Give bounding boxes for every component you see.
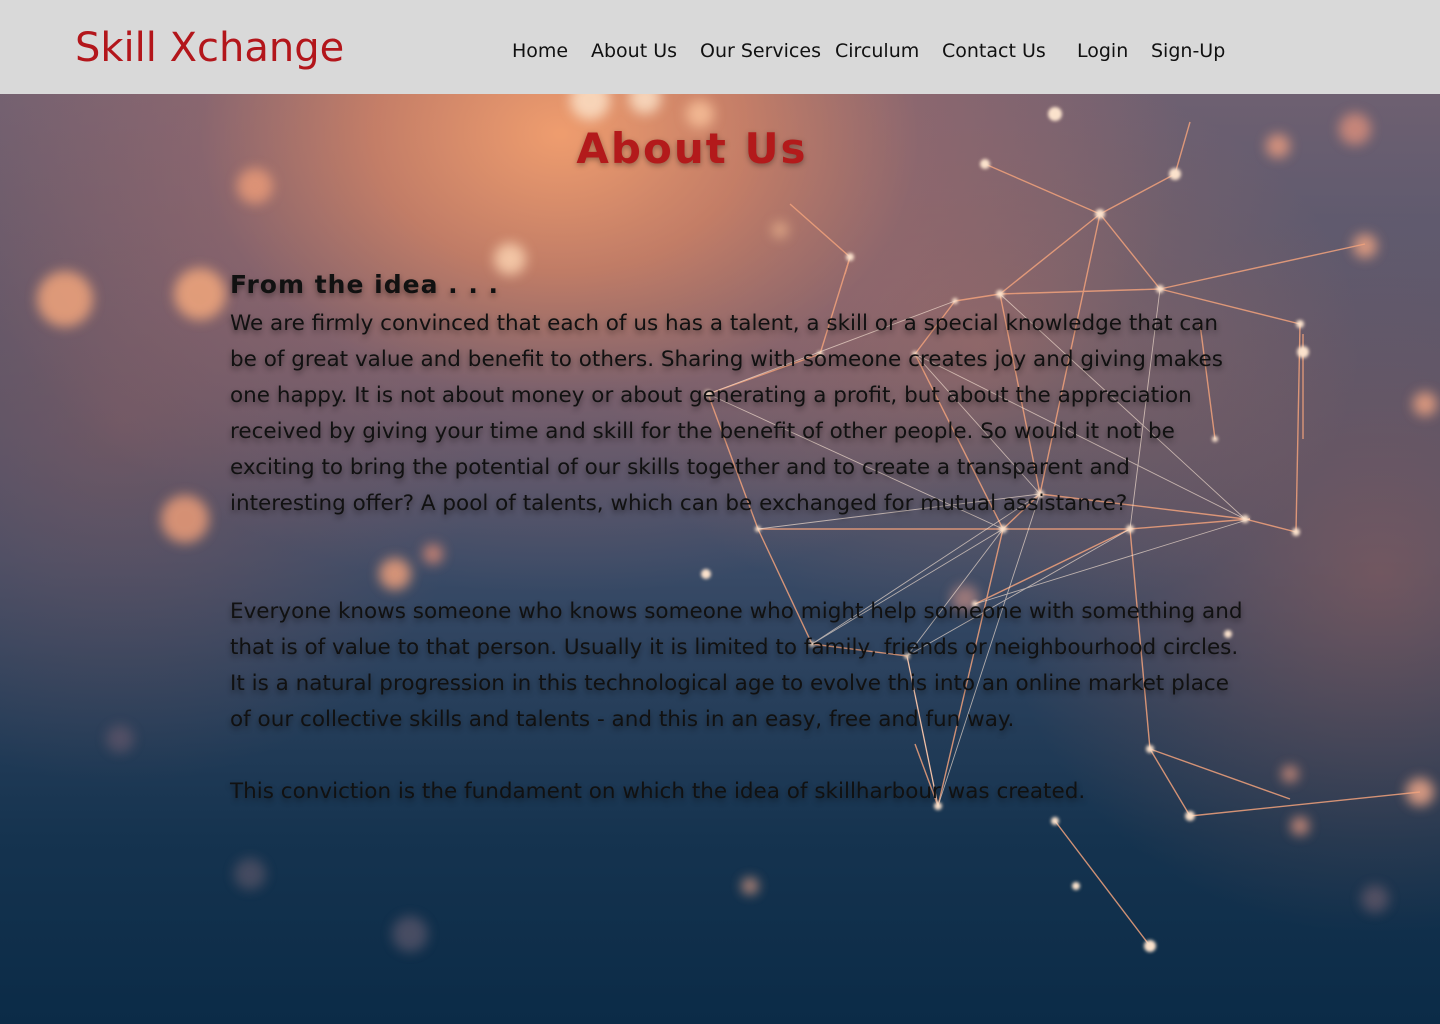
- page-title: About Us: [576, 124, 808, 173]
- about-paragraph-1: We are firmly convinced that each of us …: [230, 311, 1223, 516]
- nav-login-link[interactable]: Login: [1077, 40, 1128, 62]
- about-paragraph-2: Everyone knows someone who knows someone…: [230, 599, 1243, 732]
- nav-signup-link[interactable]: Sign-Up: [1151, 40, 1225, 62]
- nav-our-services-link[interactable]: Our Services: [700, 40, 821, 62]
- top-navbar: Skill Xchange Home About Us Our Services…: [0, 0, 1440, 94]
- about-hero-section: About Us From the idea . . . We are firm…: [0, 94, 1440, 1024]
- nav-about-us-link[interactable]: About Us: [591, 40, 677, 62]
- main-nav: Home About Us Our Services Circulum Cont…: [0, 40, 1440, 70]
- about-content: About Us From the idea . . . We are firm…: [0, 94, 1440, 1024]
- section-subheading: From the idea . . .: [230, 270, 500, 299]
- nav-circulum-link[interactable]: Circulum: [835, 40, 919, 62]
- nav-contact-us-link[interactable]: Contact Us: [942, 40, 1046, 62]
- nav-home-link[interactable]: Home: [512, 40, 568, 62]
- about-paragraph-3: This conviction is the fundament on whic…: [230, 779, 1086, 804]
